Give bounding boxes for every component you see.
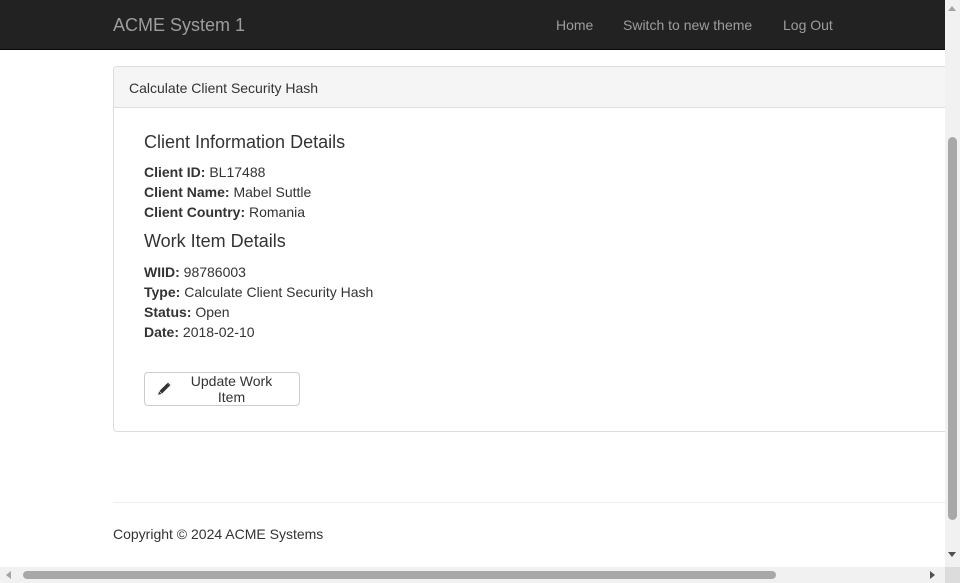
panel-heading: Calculate Client Security Hash bbox=[114, 67, 952, 108]
client-id-row: Client ID: BL17488 bbox=[144, 163, 265, 181]
horizontal-scrollbar[interactable] bbox=[0, 567, 945, 583]
top-navbar: ACME System 1 Home Switch to new theme L… bbox=[0, 0, 945, 50]
update-work-item-label: Update Work Item bbox=[190, 373, 273, 405]
client-id-label: Client ID: bbox=[144, 164, 206, 180]
client-country-label: Client Country: bbox=[144, 204, 246, 220]
date-label: Date: bbox=[144, 324, 180, 340]
wiid-label: WIID: bbox=[144, 264, 180, 280]
panel-title: Calculate Client Security Hash bbox=[129, 80, 319, 96]
pencil-icon bbox=[157, 382, 171, 396]
client-name-value: Mabel Suttle bbox=[233, 184, 312, 200]
wiid-row: WIID: 98786003 bbox=[144, 263, 246, 281]
scroll-down-arrow-icon[interactable] bbox=[948, 552, 956, 557]
browser-viewport: ACME System 1 Home Switch to new theme L… bbox=[0, 0, 960, 583]
footer-copyright: Copyright © 2024 ACME Systems bbox=[113, 526, 324, 542]
nav-switch-theme-link[interactable]: Switch to new theme bbox=[623, 16, 752, 34]
work-item-panel: Calculate Client Security Hash Client In… bbox=[113, 66, 953, 432]
date-value: 2018-02-10 bbox=[182, 324, 255, 340]
status-row: Status: Open bbox=[144, 303, 230, 321]
nav-home-link[interactable]: Home bbox=[556, 16, 593, 34]
client-country-value: Romania bbox=[249, 204, 306, 220]
type-row: Type: Calculate Client Security Hash bbox=[144, 283, 373, 301]
nav-logout-link[interactable]: Log Out bbox=[783, 16, 833, 34]
scrollbar-corner bbox=[945, 567, 960, 583]
horizontal-scroll-thumb[interactable] bbox=[23, 571, 776, 579]
update-work-item-button[interactable]: Update Work Item bbox=[144, 372, 300, 406]
type-value: Calculate Client Security Hash bbox=[184, 284, 374, 300]
client-name-row: Client Name: Mabel Suttle bbox=[144, 183, 311, 201]
date-row: Date: 2018-02-10 bbox=[144, 323, 255, 341]
status-label: Status: bbox=[144, 304, 192, 320]
client-name-label: Client Name: bbox=[144, 184, 230, 200]
client-info-heading: Client Information Details bbox=[144, 132, 346, 152]
scroll-up-arrow-icon[interactable] bbox=[948, 6, 956, 11]
scroll-right-arrow-icon[interactable] bbox=[930, 571, 935, 579]
work-item-heading: Work Item Details bbox=[144, 231, 286, 251]
status-value: Open bbox=[195, 304, 230, 320]
footer-divider bbox=[113, 502, 945, 503]
type-label: Type: bbox=[144, 284, 181, 300]
scroll-left-arrow-icon[interactable] bbox=[6, 571, 11, 579]
brand-link[interactable]: ACME System 1 bbox=[113, 14, 245, 36]
vertical-scroll-thumb[interactable] bbox=[948, 137, 957, 520]
client-id-value: BL17488 bbox=[209, 164, 266, 180]
wiid-value: 98786003 bbox=[183, 264, 246, 280]
client-country-row: Client Country: Romania bbox=[144, 203, 305, 221]
vertical-scrollbar[interactable] bbox=[945, 0, 960, 567]
